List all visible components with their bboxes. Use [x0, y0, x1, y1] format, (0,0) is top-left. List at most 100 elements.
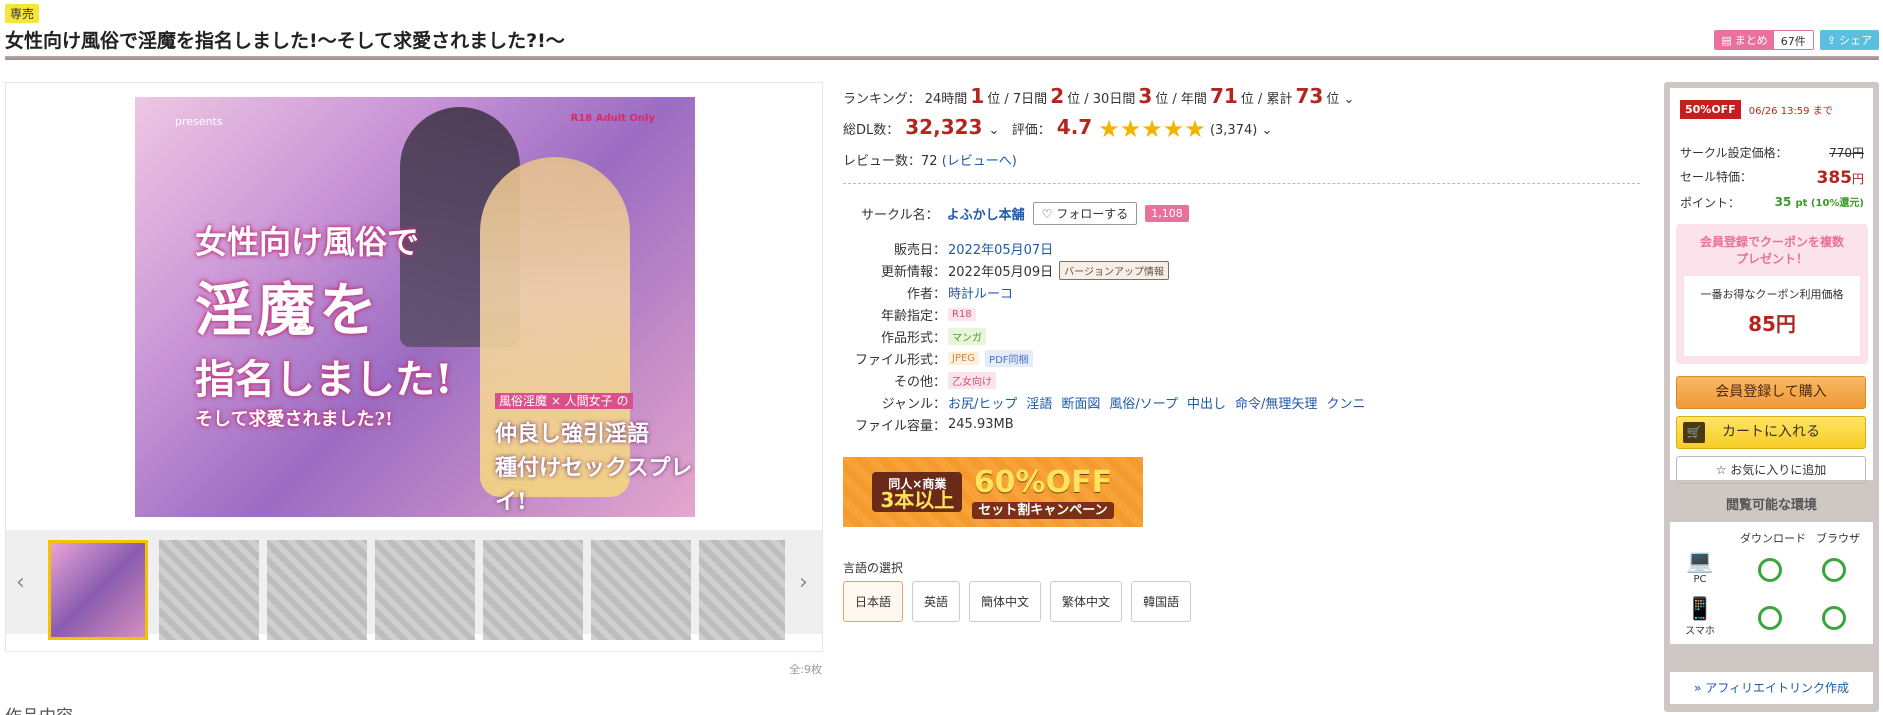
rating-label: 評価：	[1011, 123, 1051, 138]
cover-title-line1: 女性向け風俗で	[195, 223, 420, 261]
star-icon: ☆	[1715, 463, 1727, 477]
language-option[interactable]: 簡体中文	[969, 581, 1042, 622]
genre-link[interactable]: お尻/ヒップ	[948, 393, 1017, 412]
dotted-divider	[843, 183, 1640, 184]
sale-unit: 円	[1851, 172, 1864, 186]
cover-tag-top: 風俗淫魔 × 人間女子 の	[495, 392, 633, 409]
exclusive-badge: 専売	[5, 4, 40, 23]
matome-button[interactable]: ▤ まとめ 67件	[1714, 30, 1814, 50]
image-gallery: presents R18 Adult Only 女性向け風俗で 淫魔を 指名しま…	[5, 82, 823, 676]
circle-name-link[interactable]: よふかし本舗	[947, 204, 1025, 223]
language-option[interactable]: 英語	[912, 581, 961, 622]
genre-link[interactable]: 命令/無理矢理	[1235, 393, 1317, 412]
cart-label: カートに入れる	[1722, 424, 1820, 440]
cover-title-line2: 淫魔を	[195, 276, 382, 344]
genre-link[interactable]: 中出し	[1187, 393, 1226, 412]
thumbnail[interactable]	[267, 540, 367, 640]
thumbnail[interactable]	[483, 540, 583, 640]
genre-link[interactable]: 断面図	[1061, 393, 1100, 412]
pc-browser-ok-icon	[1822, 558, 1846, 582]
follower-count: 1,108	[1145, 205, 1189, 222]
file-tag-pdf[interactable]: PDF同梱	[985, 349, 1033, 367]
set-price-label: サークル設定価格：	[1680, 146, 1788, 160]
env-pc-label: PC	[1693, 574, 1707, 585]
file-size: 245.93MB	[948, 416, 1014, 432]
spec-label: 年齢指定：	[880, 308, 946, 324]
purchase-box: 50%OFF 06/26 13:59 まで サークル設定価格： 770円 セール特…	[1670, 88, 1873, 484]
genre-link[interactable]: クンニ	[1326, 393, 1365, 412]
env-dl-header: ダウンロード	[1740, 532, 1806, 545]
version-info-button[interactable]: バージョンアップ情報	[1059, 260, 1169, 280]
spec-label: ファイル形式：	[854, 352, 946, 368]
cover-title-line4: そして求愛されました?!	[195, 409, 393, 430]
phone-download-ok-icon	[1758, 606, 1782, 630]
share-label: シェア	[1839, 34, 1872, 47]
genre-link[interactable]: 淫語	[1026, 393, 1052, 412]
chevron-right-icon[interactable]: ›	[799, 570, 808, 595]
chevron-down-icon[interactable]: ⌄	[1261, 123, 1272, 138]
file-tag-jpeg[interactable]: JPEG	[948, 351, 980, 365]
banner-left-big: 3本以上	[880, 488, 955, 512]
chevron-down-icon[interactable]: ⌄	[988, 123, 999, 138]
thumbnail[interactable]	[699, 540, 785, 640]
spec-label: 作者：	[906, 286, 946, 302]
chevron-left-icon[interactable]: ‹	[16, 570, 25, 595]
language-selector: 日本語 英語 簡体中文 繁体中文 韓国語	[843, 581, 1192, 622]
other-tag[interactable]: 乙女向け	[948, 371, 996, 389]
heart-icon: ♡	[1041, 207, 1053, 221]
thumbnail[interactable]	[159, 540, 259, 640]
campaign-banner[interactable]: 同人×商業 3本以上 60%OFF セット割キャンペーン	[843, 457, 1143, 527]
add-favorite-button[interactable]: ☆ お気に入りに追加	[1676, 456, 1866, 484]
chevron-down-icon[interactable]: ⌄	[1343, 92, 1354, 107]
main-cover-image[interactable]: presents R18 Adult Only 女性向け風俗で 淫魔を 指名しま…	[135, 97, 695, 517]
cover-title-line3: 指名しました!	[195, 356, 453, 403]
thumbnail[interactable]	[591, 540, 691, 640]
point-unit: pt (10%還元)	[1795, 198, 1865, 209]
spec-row-size: ファイル容量： 245.93MB	[843, 413, 1365, 435]
banner-left: 同人×商業 3本以上	[872, 472, 963, 512]
thumbnail[interactable]	[375, 540, 475, 640]
add-to-cart-button[interactable]: 🛒 カートに入れる	[1676, 416, 1866, 449]
follow-button[interactable]: ♡ フォローする	[1032, 202, 1138, 225]
discount-deadline: 06/26 13:59 まで	[1748, 106, 1833, 117]
env-phone-label: スマホ	[1685, 626, 1715, 637]
review-link[interactable]: (レビューへ)	[942, 154, 1017, 169]
sale-price-row: セール特価： 385円	[1680, 168, 1864, 188]
thumbnail[interactable]	[48, 540, 148, 640]
cover-tagline1: 仲良し強引淫語	[495, 421, 650, 447]
point-label: ポイント：	[1680, 196, 1741, 210]
env-title: 閲覧可能な環境	[1725, 498, 1817, 513]
affiliate-link[interactable]: » アフィリエイトリンク作成	[1670, 672, 1873, 704]
point-value: 35	[1774, 195, 1792, 209]
env-browser-header: ブラウザ	[1816, 532, 1860, 545]
title-divider	[5, 56, 1879, 60]
pc-download-ok-icon	[1758, 558, 1782, 582]
author-link[interactable]: 時計ルーコ	[948, 283, 1013, 302]
review-count: 72	[921, 154, 938, 169]
coupon-box[interactable]: 会員登録でクーポンを複数 プレゼント！ 一番お得なクーポン利用価格 85円	[1676, 224, 1868, 364]
double-chevron-icon: »	[1694, 681, 1702, 695]
cover-title: 女性向け風俗で 淫魔を 指名しました! そして求愛されました?!	[195, 217, 453, 431]
genre-link[interactable]: 風俗/ソープ	[1109, 393, 1178, 412]
register-buy-button[interactable]: 会員登録して購入	[1676, 376, 1866, 409]
affiliate-label: アフィリエイトリンク作成	[1705, 681, 1849, 695]
share-button[interactable]: ⇪ シェア	[1819, 30, 1879, 50]
image-count: 全:9枚	[789, 663, 822, 676]
coupon-title1: 会員登録でクーポンを複数	[1699, 235, 1844, 249]
cover-r18-mark: R18 Adult Only	[570, 113, 655, 124]
language-option[interactable]: 韓国語	[1131, 581, 1192, 622]
language-option[interactable]: 繁体中文	[1050, 581, 1123, 622]
release-date-link[interactable]: 2022年05月07日	[948, 239, 1053, 258]
purchase-panel: 50%OFF 06/26 13:59 まで サークル設定価格： 770円 セール特…	[1664, 82, 1879, 712]
ranking-label: ランキング：	[843, 92, 921, 107]
fav-label: お気に入りに追加	[1730, 463, 1827, 477]
age-tag[interactable]: R18	[948, 307, 976, 321]
spec-label: その他：	[893, 374, 946, 390]
language-option[interactable]: 日本語	[843, 581, 904, 622]
cover-tagline: 仲良し強引淫語 種付けセックスプレイ!	[495, 417, 695, 517]
format-tag[interactable]: マンガ	[948, 327, 986, 345]
discount-row: 50%OFF 06/26 13:59 まで	[1680, 100, 1833, 119]
share-icon: ⇪	[1826, 33, 1836, 47]
follow-label: フォローする	[1056, 207, 1129, 221]
language-label: 言語の選択	[843, 561, 904, 575]
